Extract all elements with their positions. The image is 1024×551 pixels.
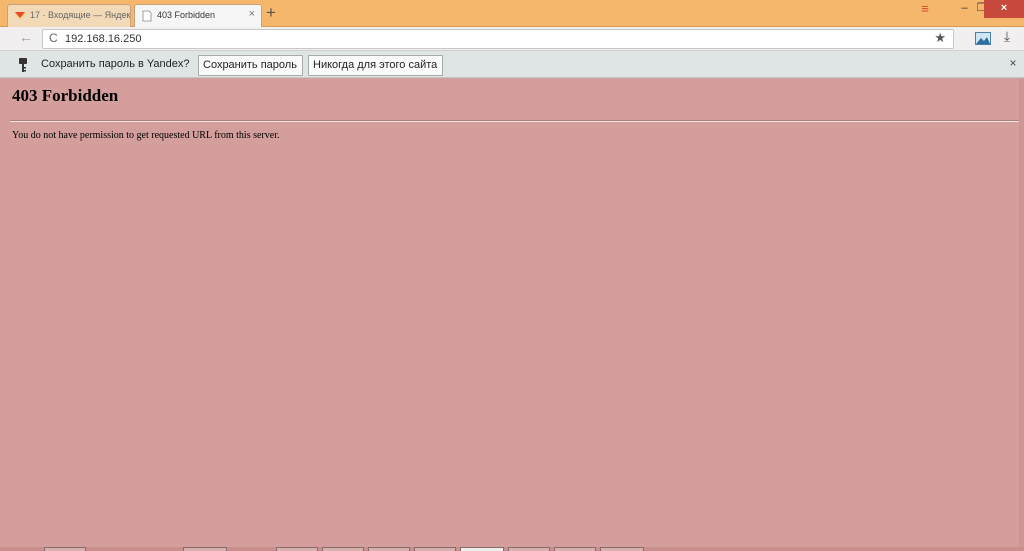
error-message: You do not have permission to get reques… xyxy=(12,130,280,141)
tab-inbox[interactable]: 17 · Входящие — Яндекс xyxy=(7,4,131,27)
never-for-this-site-button[interactable]: Никогда для этого сайта xyxy=(308,55,443,76)
taskbar-button[interactable] xyxy=(276,547,318,551)
download-icon[interactable]: ⤓ xyxy=(998,28,1016,45)
scrollbar-edge xyxy=(1019,79,1024,551)
taskbar-button[interactable] xyxy=(460,547,504,551)
taskbar-button[interactable] xyxy=(44,547,86,551)
tab-title: 403 Forbidden xyxy=(157,10,216,20)
new-tab-button[interactable]: + xyxy=(264,3,278,23)
tab-403-forbidden[interactable]: 403 Forbidden × xyxy=(134,4,262,27)
page-title: 403 Forbidden xyxy=(12,86,119,105)
tab-close-icon[interactable]: × xyxy=(249,8,255,20)
taskbar-button[interactable] xyxy=(600,547,644,551)
mail-icon xyxy=(15,12,25,19)
taskbar-button[interactable] xyxy=(554,547,596,551)
horizontal-rule xyxy=(10,120,1021,122)
back-arrow-icon[interactable]: ← xyxy=(17,29,35,47)
menu-icon[interactable]: ≡ xyxy=(914,1,936,17)
taskbar-button[interactable] xyxy=(183,547,227,551)
address-bar[interactable]: C 192.168.16.250 ★ xyxy=(42,29,954,49)
bookmark-star-icon[interactable]: ★ xyxy=(934,30,946,46)
close-window-button[interactable]: × xyxy=(984,0,1024,18)
navigation-bar: ← C 192.168.16.250 ★ ⤓ xyxy=(0,27,1024,51)
taskbar-button[interactable] xyxy=(322,547,364,551)
save-password-infobar: Сохранить пароль в Yandex? Сохранить пар… xyxy=(0,51,1024,78)
document-icon xyxy=(142,10,152,22)
infobar-close-icon[interactable]: × xyxy=(1006,56,1020,70)
tab-title: 17 · Входящие — Яндекс xyxy=(30,10,131,20)
taskbar-button[interactable] xyxy=(508,547,550,551)
infobar-message: Сохранить пароль в Yandex? xyxy=(41,58,190,70)
url-text[interactable]: 192.168.16.250 xyxy=(65,33,141,45)
page-content: 403 Forbidden You do not have permission… xyxy=(0,79,1024,551)
taskbar xyxy=(0,547,1024,551)
key-icon xyxy=(19,58,27,72)
taskbar-button[interactable] xyxy=(368,547,410,551)
extension-icon[interactable] xyxy=(975,32,991,45)
reload-icon[interactable]: C xyxy=(49,31,58,45)
save-password-button[interactable]: Сохранить пароль xyxy=(198,55,303,76)
taskbar-button[interactable] xyxy=(414,547,456,551)
title-bar: 17 · Входящие — Яндекс 403 Forbidden × +… xyxy=(0,0,1024,27)
